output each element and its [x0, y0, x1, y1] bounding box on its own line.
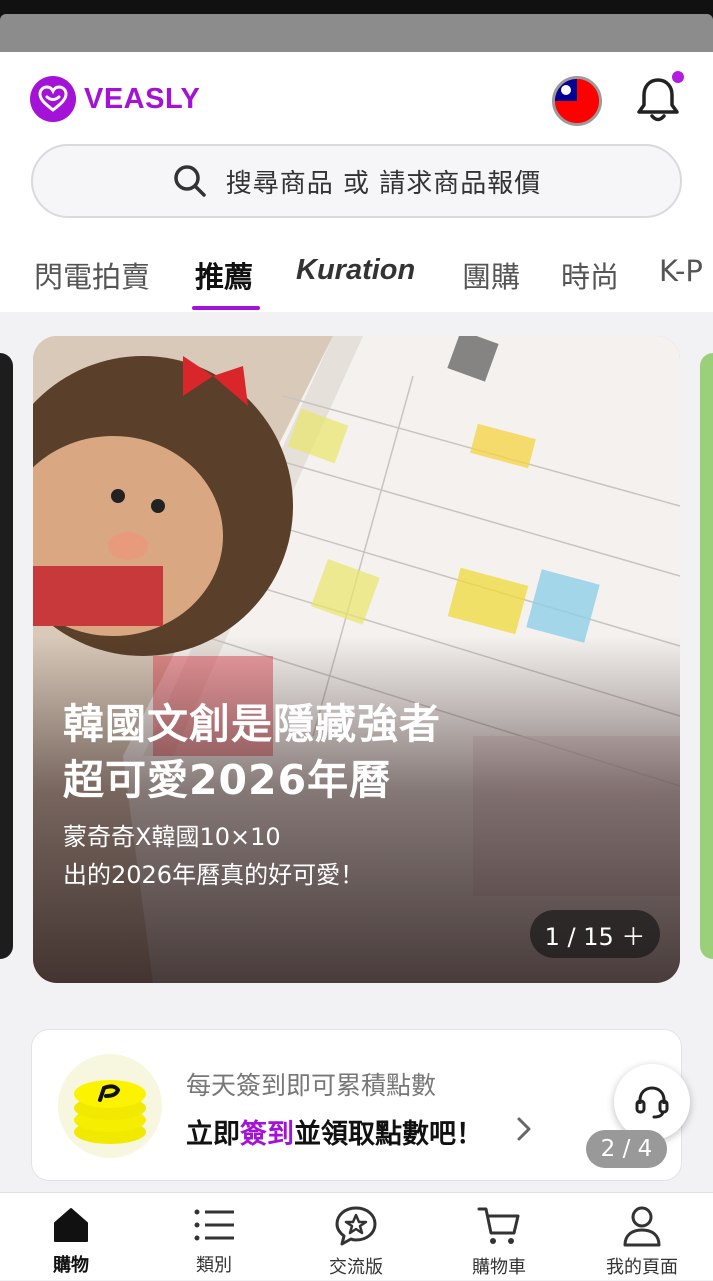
tab-fashion[interactable]: 時尚 [561, 254, 619, 296]
headset-icon [635, 1086, 669, 1119]
coin-icon [58, 1054, 162, 1158]
next-banner-peek[interactable] [700, 353, 713, 959]
prev-banner-peek[interactable] [0, 353, 13, 959]
home-icon [54, 1208, 88, 1242]
banner-subtitle: 蒙奇奇X韓國10×10 出的2026年曆真的好可愛！ [63, 818, 364, 894]
chevron-right-icon [516, 1116, 532, 1149]
banner-subtitle-line2: 出的2026年曆真的好可愛！ [63, 861, 365, 889]
tab-recommended[interactable]: 推薦 [195, 254, 253, 296]
cart-icon [477, 1207, 520, 1244]
browser-top-bar [0, 14, 713, 52]
banner-counter[interactable]: 1 / 15 ＋ [530, 910, 660, 958]
nav-community-label: 交流版 [329, 1257, 383, 1278]
taiwan-flag-icon[interactable] [552, 76, 602, 126]
banner-card[interactable]: 韓國文創是隱藏強者 超可愛2026年曆 蒙奇奇X韓國10×10 出的2026年曆… [33, 336, 680, 983]
nav-category[interactable]: 類別 [143, 1193, 285, 1281]
checkin-cta-pre: 立即 [186, 1119, 240, 1150]
customer-support-button[interactable] [614, 1064, 690, 1140]
list-icon [194, 1209, 234, 1241]
heart-logo-icon [30, 76, 76, 122]
tab-flash-auction[interactable]: 閃電拍賣 [34, 254, 150, 296]
banner-title-line2: 超可愛2026年曆 [63, 756, 392, 804]
search-bar[interactable]: 搜尋商品 或 請求商品報價 [31, 144, 682, 218]
chat-star-icon [335, 1206, 377, 1246]
notification-badge [672, 71, 684, 83]
category-tabs: 閃電拍賣 推薦 Kuration 團購 時尚 K-P [0, 240, 713, 312]
checkin-cta-post: 並領取點數吧！ [294, 1119, 483, 1150]
checkin-caption: 每天簽到即可累積點數 [186, 1071, 437, 1100]
banner-subtitle-line1: 蒙奇奇X韓國10×10 [63, 823, 281, 851]
banner-title-line1: 韓國文創是隱藏強者 [63, 700, 441, 748]
nav-my-page[interactable]: 我的頁面 [571, 1193, 713, 1281]
checkin-highlight: 簽到 [240, 1119, 294, 1150]
nav-shopping[interactable]: 購物 [0, 1193, 142, 1281]
bottom-nav: 購物 類別 交流版 購物車 我的頁面 [0, 1192, 713, 1280]
tab-group-buy[interactable]: 團購 [462, 254, 520, 296]
search-icon [173, 165, 206, 197]
nav-community[interactable]: 交流版 [285, 1193, 427, 1281]
search-placeholder: 搜尋商品 或 請求商品報價 [225, 168, 542, 199]
logo-text: VEASLY [84, 82, 201, 115]
banner-title: 韓國文創是隱藏強者 超可愛2026年曆 [63, 696, 441, 808]
nav-shopping-label: 購物 [53, 1255, 89, 1276]
daily-checkin-card[interactable]: 每天簽到即可累積點數 立即簽到並領取點數吧！ [31, 1029, 682, 1181]
active-tab-indicator [192, 306, 260, 310]
logo[interactable]: VEASLY [30, 76, 200, 122]
nav-my-page-label: 我的頁面 [606, 1257, 678, 1278]
nav-category-label: 類別 [196, 1255, 232, 1276]
nav-cart-label: 購物車 [472, 1257, 526, 1278]
checkin-cta: 立即簽到並領取點數吧！ [186, 1112, 483, 1151]
tab-kpop[interactable]: K-P [659, 254, 703, 288]
tab-kuration[interactable]: Kuration [296, 254, 415, 287]
user-icon [623, 1206, 661, 1247]
nav-cart[interactable]: 購物車 [428, 1193, 570, 1281]
promo-page-indicator: 2 / 4 [586, 1130, 667, 1168]
